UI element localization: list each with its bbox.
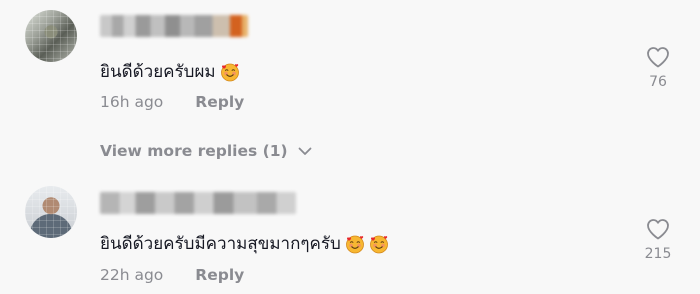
smiling-face-with-hearts-icon xyxy=(345,234,365,254)
comment-timestamp: 22h ago xyxy=(100,266,164,284)
heart-icon xyxy=(647,219,669,240)
like-count: 215 xyxy=(644,246,672,262)
avatar[interactable] xyxy=(25,186,77,238)
reply-button[interactable]: Reply xyxy=(195,93,244,111)
comment-timestamp: 16h ago xyxy=(100,93,164,111)
username-blurred[interactable] xyxy=(100,192,296,214)
smiling-face-with-hearts-icon xyxy=(369,234,389,254)
comment-text: ยินดีด้วยครับผม xyxy=(100,62,216,82)
comment-text-row: ยินดีด้วยครับผม xyxy=(100,58,240,85)
avatar[interactable] xyxy=(25,10,77,62)
heart-icon xyxy=(647,47,669,68)
smiling-face-with-hearts-icon xyxy=(220,62,240,82)
like-count: 76 xyxy=(649,74,667,90)
view-more-replies-label: View more replies (1) xyxy=(100,142,288,160)
comment-meta: 16h ago Reply xyxy=(100,93,244,111)
chevron-down-icon xyxy=(298,147,311,155)
comment-meta: 22h ago Reply xyxy=(100,266,244,284)
comment-text: ยินดีด้วยครับมีความสุขมากๆครับ xyxy=(100,234,341,254)
comment-text-row: ยินดีด้วยครับมีความสุขมากๆครับ xyxy=(100,230,389,257)
username-blurred[interactable] xyxy=(100,15,248,37)
like-button[interactable]: 76 xyxy=(640,46,676,90)
reply-button[interactable]: Reply xyxy=(195,266,244,284)
like-button[interactable]: 215 xyxy=(640,218,676,262)
view-more-replies-button[interactable]: View more replies (1) xyxy=(100,142,312,160)
